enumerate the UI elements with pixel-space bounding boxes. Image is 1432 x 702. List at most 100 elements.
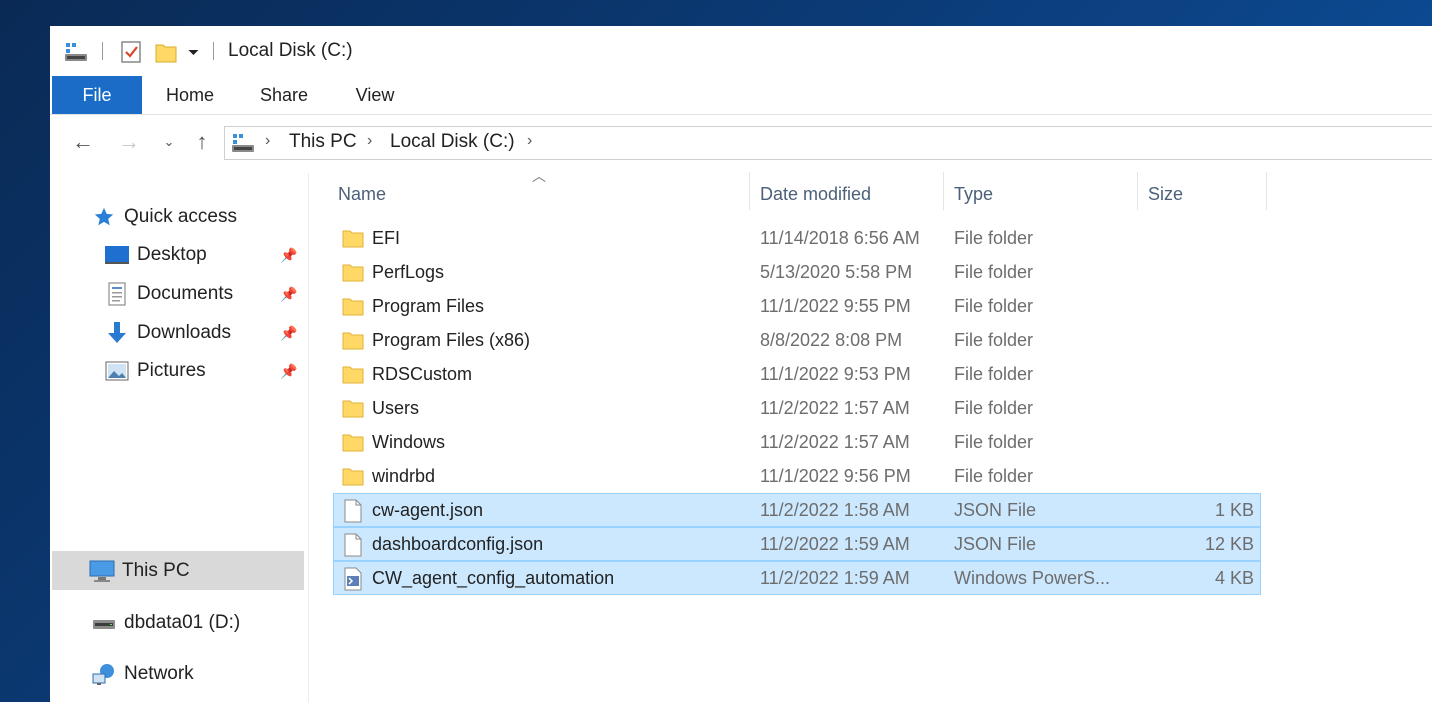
- file-size: [1134, 460, 1254, 492]
- drive-properties-icon[interactable]: [64, 39, 88, 65]
- breadcrumb-separator-icon[interactable]: ›: [527, 132, 532, 150]
- folder-icon: [342, 363, 364, 385]
- customize-toolbar-dropdown-icon[interactable]: ⏷: [188, 39, 199, 65]
- file-row[interactable]: EFI 11/14/2018 6:56 AM File folder: [334, 222, 1260, 254]
- nav-item-quick-access[interactable]: Quick access: [90, 199, 237, 235]
- tab-share[interactable]: Share: [242, 76, 326, 114]
- file-icon: [342, 533, 364, 557]
- star-icon: [90, 205, 118, 229]
- file-row[interactable]: Program Files (x86) 8/8/2022 8:08 PM Fil…: [334, 324, 1260, 356]
- nav-item-downloads[interactable]: Downloads: [103, 315, 231, 351]
- nav-item-this-pc[interactable]: This PC: [88, 553, 190, 589]
- file-size: [1134, 256, 1254, 288]
- file-date-modified: 11/1/2022 9:53 PM: [760, 364, 911, 384]
- address-bar[interactable]: › This PC › Local Disk (C:) ›: [224, 126, 1432, 160]
- drive-icon: [90, 611, 118, 635]
- new-folder-icon[interactable]: [154, 39, 178, 65]
- breadcrumb-local-disk[interactable]: Local Disk (C:): [390, 131, 515, 153]
- file-date-modified: 5/13/2020 5:58 PM: [760, 262, 913, 282]
- file-row[interactable]: Users 11/2/2022 1:57 AM File folder: [334, 392, 1260, 424]
- nav-label: Pictures: [137, 360, 206, 381]
- nav-item-pictures[interactable]: Pictures: [103, 353, 206, 389]
- column-header-size[interactable]: Size: [1148, 176, 1268, 212]
- file-name: CW_agent_config_automation: [372, 568, 615, 588]
- file-type: JSON File: [954, 534, 1037, 554]
- file-date-modified: 11/14/2018 6:56 AM: [760, 228, 920, 248]
- back-arrow-icon[interactable]: ←: [70, 129, 96, 155]
- folder-icon: [342, 465, 364, 487]
- nav-label: dbdata01 (D:): [124, 612, 241, 633]
- file-type: File folder: [954, 466, 1034, 486]
- tab-home[interactable]: Home: [150, 76, 230, 114]
- file-size: 12 KB: [1204, 534, 1254, 554]
- pin-icon[interactable]: 📌: [280, 247, 297, 264]
- file-size: [1134, 358, 1254, 390]
- file-row[interactable]: Windows 11/2/2022 1:57 AM File folder: [334, 426, 1260, 458]
- file-row[interactable]: CW_agent_config_automation 11/2/2022 1:5…: [333, 561, 1261, 595]
- file-row[interactable]: Program Files 11/1/2022 9:55 PM File fol…: [334, 290, 1260, 322]
- nav-label: Desktop: [137, 244, 207, 265]
- file-date-modified: 11/2/2022 1:58 AM: [760, 500, 910, 520]
- nav-item-dbdata01[interactable]: dbdata01 (D:): [90, 605, 240, 641]
- file-name: Windows: [372, 432, 446, 452]
- nav-item-desktop[interactable]: Desktop: [103, 237, 207, 273]
- column-header-name[interactable]: Name: [338, 176, 748, 212]
- computer-icon: [88, 559, 116, 583]
- file-name: Program Files: [372, 296, 485, 316]
- file-name: Program Files (x86): [372, 330, 531, 350]
- file-row[interactable]: cw-agent.json 11/2/2022 1:58 AM JSON Fil…: [333, 493, 1261, 527]
- file-name: cw-agent.json: [372, 500, 484, 520]
- file-explorer-window: ⏷ Local Disk (C:) File Home Share View ←…: [50, 26, 1432, 702]
- navigation-pane: Quick access Desktop 📌 Documents 📌 Downl…: [50, 173, 309, 702]
- tab-file[interactable]: File: [52, 76, 142, 114]
- nav-label: Network: [124, 663, 194, 684]
- recent-locations-chevron-icon[interactable]: ⌄: [156, 129, 182, 155]
- file-name: PerfLogs: [372, 262, 445, 282]
- file-type: File folder: [954, 432, 1034, 452]
- file-type: File folder: [954, 262, 1034, 282]
- up-arrow-icon[interactable]: ↑: [189, 129, 215, 155]
- breadcrumb-separator-icon[interactable]: ›: [265, 132, 270, 150]
- file-size: [1134, 290, 1254, 322]
- file-name: EFI: [372, 228, 401, 248]
- file-row[interactable]: windrbd 11/1/2022 9:56 PM File folder: [334, 460, 1260, 492]
- network-icon: [90, 662, 118, 686]
- pin-icon[interactable]: 📌: [280, 286, 297, 303]
- file-type: File folder: [954, 364, 1034, 384]
- pin-icon[interactable]: 📌: [280, 325, 297, 342]
- file-date-modified: 11/1/2022 9:56 PM: [760, 466, 911, 486]
- window-title: Local Disk (C:): [228, 40, 353, 61]
- pictures-icon: [103, 359, 131, 383]
- file-row[interactable]: dashboardconfig.json 11/2/2022 1:59 AM J…: [333, 527, 1261, 561]
- file-size: 1 KB: [1214, 500, 1254, 520]
- column-header-date-modified[interactable]: Date modified: [760, 176, 940, 212]
- file-size: 4 KB: [1214, 568, 1254, 588]
- nav-label: This PC: [122, 560, 190, 581]
- file-row[interactable]: RDSCustom 11/1/2022 9:53 PM File folder: [334, 358, 1260, 390]
- ribbon-tabs: File Home Share View: [50, 76, 1432, 115]
- breadcrumb-this-pc[interactable]: This PC: [289, 131, 357, 153]
- file-size: [1134, 222, 1254, 254]
- file-date-modified: 11/2/2022 1:57 AM: [760, 398, 910, 418]
- folder-icon: [342, 295, 364, 317]
- nav-item-network[interactable]: Network: [90, 656, 194, 692]
- file-row[interactable]: PerfLogs 5/13/2020 5:58 PM File folder: [334, 256, 1260, 288]
- file-date-modified: 8/8/2022 8:08 PM: [760, 330, 903, 350]
- file-type: File folder: [954, 330, 1034, 350]
- nav-label: Downloads: [137, 322, 231, 343]
- file-type: File folder: [954, 296, 1034, 316]
- nav-item-documents[interactable]: Documents: [103, 276, 233, 312]
- file-size: [1134, 324, 1254, 356]
- tab-view[interactable]: View: [336, 76, 414, 114]
- nav-label: Documents: [137, 283, 234, 304]
- pin-icon[interactable]: 📌: [280, 363, 297, 380]
- file-date-modified: 11/2/2022 1:57 AM: [760, 432, 910, 452]
- file-date-modified: 11/1/2022 9:55 PM: [760, 296, 911, 316]
- properties-checkbox-icon[interactable]: [120, 39, 142, 65]
- column-header-type[interactable]: Type: [954, 176, 1134, 212]
- folder-icon: [342, 431, 364, 453]
- forward-arrow-icon[interactable]: →: [116, 129, 142, 155]
- file-type: JSON File: [954, 500, 1037, 520]
- title-bar: ⏷ Local Disk (C:): [50, 26, 1432, 76]
- breadcrumb-separator-icon[interactable]: ›: [367, 132, 372, 150]
